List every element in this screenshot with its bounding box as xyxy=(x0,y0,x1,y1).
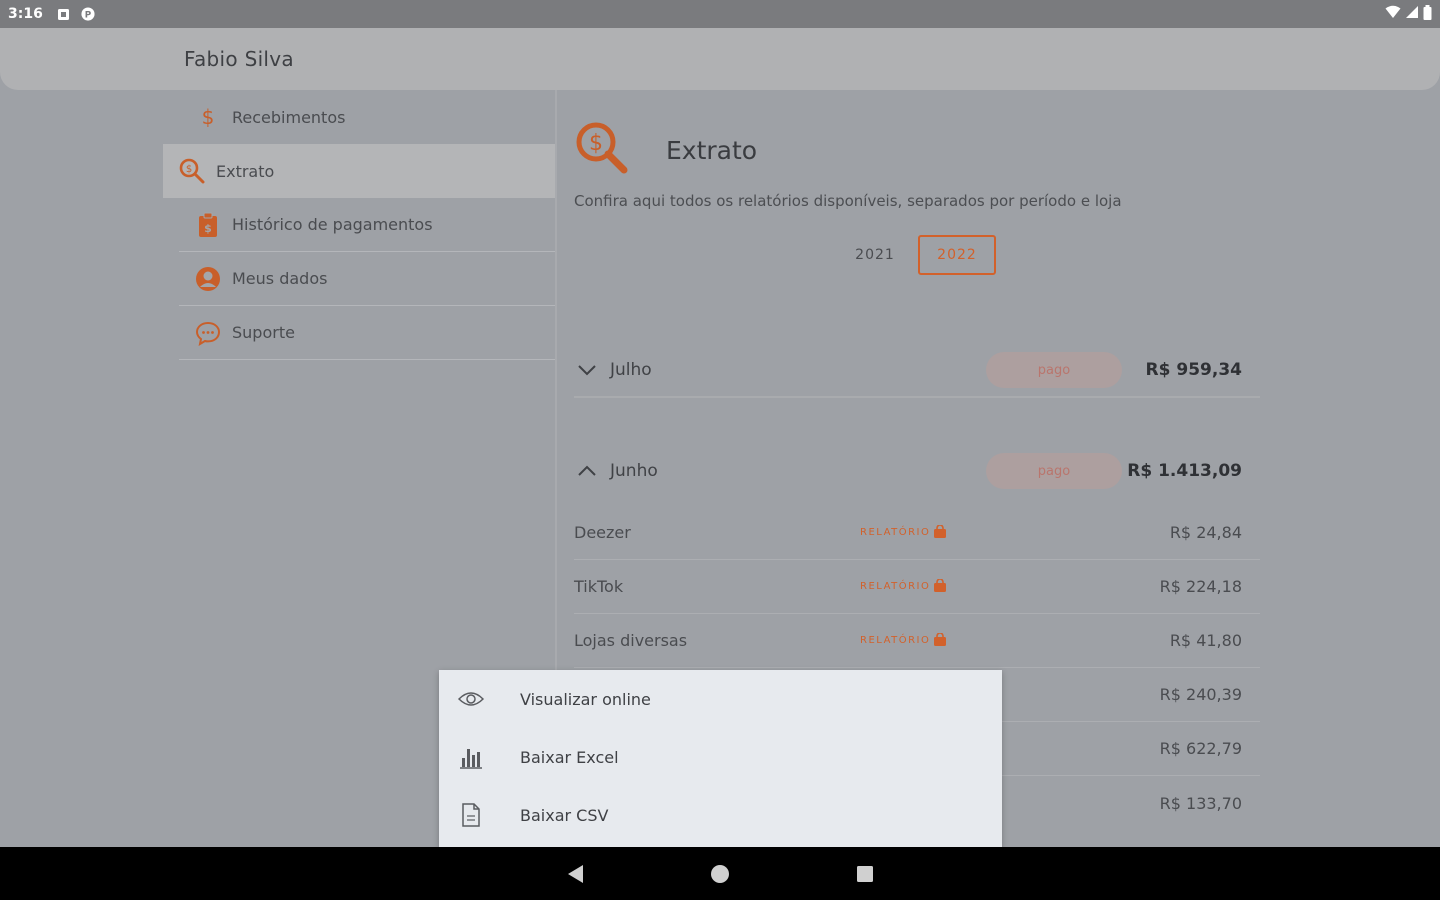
wifi-icon xyxy=(1385,5,1401,23)
chat-icon xyxy=(195,320,221,346)
year-selector: 2021 2022 xyxy=(836,235,996,275)
report-label: RELATÓRIO xyxy=(860,527,931,538)
month-total: R$ 1.413,09 xyxy=(1127,461,1242,481)
sidebar-item-label: Meus dados xyxy=(232,269,328,288)
report-options-menu: Visualizar online Baixar Excel Baixar CS… xyxy=(439,670,1002,847)
sidebar-item-label: Suporte xyxy=(232,323,295,342)
year-tab-2021[interactable]: 2021 xyxy=(836,235,914,275)
menu-item-baixar-excel[interactable]: Baixar Excel xyxy=(439,728,1002,786)
back-icon xyxy=(568,864,583,883)
battery-icon xyxy=(1423,4,1432,24)
notification-icon xyxy=(57,7,71,21)
svg-text:$: $ xyxy=(202,106,215,128)
sidebar-item-suporte[interactable]: Suporte xyxy=(179,306,556,360)
store-row: Lojas diversas RELATÓRIO R$ 41,80 xyxy=(574,614,1260,668)
store-amount: R$ 622,79 xyxy=(1159,739,1242,758)
menu-item-label: Baixar CSV xyxy=(520,805,609,825)
svg-text:$: $ xyxy=(186,164,192,175)
month-row-julho[interactable]: Julho pago R$ 959,34 xyxy=(574,344,1260,398)
chevron-down-icon xyxy=(574,357,600,383)
store-name: Lojas diversas xyxy=(574,631,688,650)
store-row: Deezer RELATÓRIO R$ 24,84 xyxy=(574,506,1260,560)
sidebar-item-label: Extrato xyxy=(216,161,275,181)
month-total: R$ 959,34 xyxy=(1145,360,1242,380)
status-badge: pago xyxy=(986,453,1122,489)
store-row: TikTok RELATÓRIO R$ 224,18 xyxy=(574,560,1260,614)
lock-icon xyxy=(934,631,947,649)
back-button[interactable] xyxy=(503,847,648,900)
report-label: RELATÓRIO xyxy=(860,635,931,646)
store-amount: R$ 224,18 xyxy=(1159,577,1242,596)
bar-chart-icon xyxy=(458,744,484,770)
month-row-junho[interactable]: Junho pago R$ 1.413,09 xyxy=(574,444,1260,498)
sidebar-item-label: Histórico de pagamentos xyxy=(232,215,433,234)
status-bar: 3:16 P xyxy=(0,0,1440,28)
home-button[interactable] xyxy=(648,847,793,900)
store-name: Deezer xyxy=(574,523,631,542)
report-button[interactable]: RELATÓRIO xyxy=(860,523,947,541)
page-title: Extrato xyxy=(666,135,758,165)
file-icon xyxy=(458,802,484,828)
month-name: Junho xyxy=(610,461,658,481)
status-time: 3:16 xyxy=(8,6,43,22)
dollar-icon: $ xyxy=(195,104,221,130)
clipboard-icon: $ xyxy=(195,212,221,238)
lock-icon xyxy=(934,577,947,595)
sidebar: $ Recebimentos $ Extrato $ Histórico de … xyxy=(163,90,556,360)
svg-text:$: $ xyxy=(204,222,212,235)
menu-item-label: Baixar Excel xyxy=(520,747,619,767)
signal-icon xyxy=(1405,5,1419,23)
recents-icon xyxy=(857,865,873,882)
report-button[interactable]: RELATÓRIO xyxy=(860,631,947,649)
app-header: Fabio Silva xyxy=(0,28,1440,90)
store-amount: R$ 133,70 xyxy=(1159,793,1242,813)
sidebar-item-historico[interactable]: $ Histórico de pagamentos xyxy=(179,198,556,252)
system-nav-bar xyxy=(0,847,1440,900)
home-icon xyxy=(711,864,729,883)
store-amount: R$ 240,39 xyxy=(1159,685,1242,704)
sidebar-item-label: Recebimentos xyxy=(232,107,346,127)
user-name: Fabio Silva xyxy=(184,47,294,71)
svg-text:P: P xyxy=(85,11,92,21)
menu-item-visualizar-online[interactable]: Visualizar online xyxy=(439,670,1002,728)
report-label: RELATÓRIO xyxy=(860,581,931,592)
page-subtitle: Confira aqui todos os relatórios disponí… xyxy=(574,192,1122,210)
menu-item-label: Visualizar online xyxy=(520,689,651,709)
month-name: Julho xyxy=(610,360,652,380)
search-dollar-icon: $ xyxy=(179,158,205,184)
page-header: $ Extrato xyxy=(574,120,757,180)
svg-text:$: $ xyxy=(589,131,603,156)
sidebar-item-extrato[interactable]: $ Extrato xyxy=(163,144,556,198)
report-button[interactable]: RELATÓRIO xyxy=(860,577,947,595)
lock-icon xyxy=(934,523,947,541)
search-dollar-icon: $ xyxy=(574,120,630,180)
status-badge: pago xyxy=(986,352,1122,388)
year-tab-2022[interactable]: 2022 xyxy=(918,235,996,275)
store-amount: R$ 24,84 xyxy=(1169,523,1242,542)
sidebar-item-meus-dados[interactable]: Meus dados xyxy=(179,252,556,306)
sidebar-item-recebimentos[interactable]: $ Recebimentos xyxy=(179,90,556,144)
chevron-up-icon xyxy=(574,458,600,484)
recents-button[interactable] xyxy=(793,847,938,900)
user-icon xyxy=(195,266,221,292)
menu-item-baixar-csv[interactable]: Baixar CSV xyxy=(439,786,1002,844)
eye-icon xyxy=(458,686,484,712)
store-name: TikTok xyxy=(574,577,624,596)
app-notification-icon: P xyxy=(81,7,95,21)
store-amount: R$ 41,80 xyxy=(1169,631,1242,650)
